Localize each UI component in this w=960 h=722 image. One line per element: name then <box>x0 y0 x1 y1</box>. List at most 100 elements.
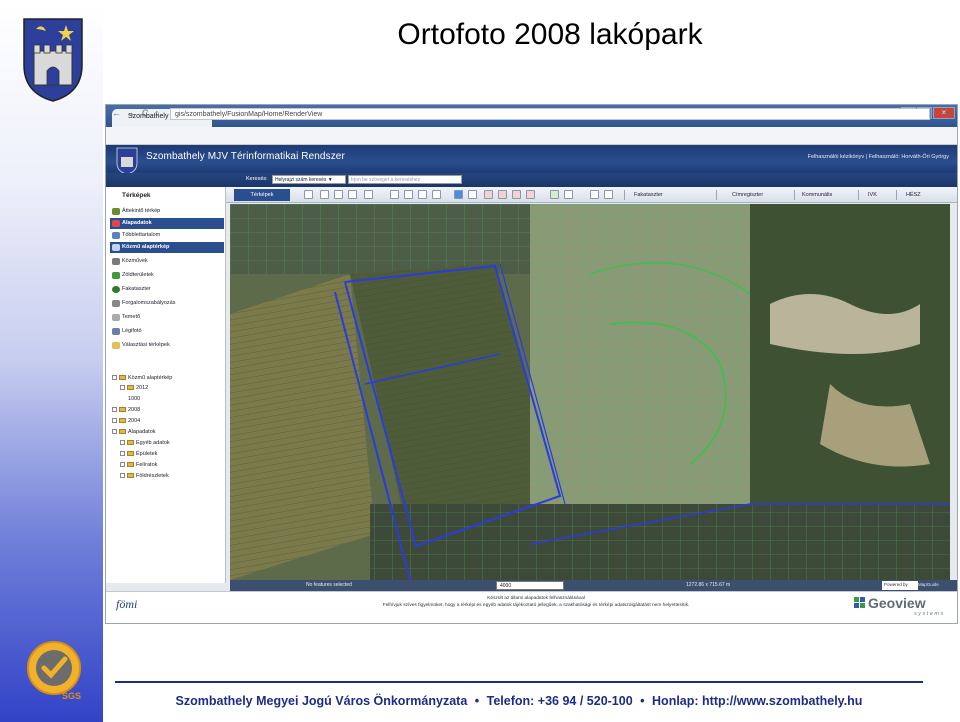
forward-icon[interactable]: → <box>126 108 135 118</box>
layer-icon[interactable] <box>512 190 521 199</box>
tree-tool-icon[interactable] <box>550 190 559 199</box>
redline-icon[interactable] <box>468 190 477 199</box>
sidebar-item-valasztasi[interactable]: Választási térképek <box>110 340 224 351</box>
tree-node[interactable]: Földrészletek <box>120 473 169 479</box>
select-tool-icon[interactable] <box>304 190 313 199</box>
powered-by-label: Powered by <box>882 581 918 590</box>
footer-phone: Telefon: +36 94 / 520-100 <box>486 694 633 708</box>
tab-separator <box>624 190 625 200</box>
mapguide-label: MapGuide <box>918 582 939 587</box>
tab-terkepek[interactable]: Térképek <box>234 189 290 201</box>
tree-node[interactable]: 1000 <box>128 396 140 402</box>
map-dimensions: 1272.86 x 715.67 m <box>686 582 731 588</box>
tree-node[interactable]: Közmű alaptérkép <box>112 375 172 381</box>
sidebar-item-legifoto[interactable]: Légifotó <box>110 326 224 337</box>
left-decor-band <box>0 0 103 722</box>
tab-separator <box>794 190 795 200</box>
tree-node[interactable]: Épületek <box>120 451 157 457</box>
parcel-grid-bottom <box>370 504 950 580</box>
footer-divider <box>115 681 923 683</box>
buffer-icon[interactable] <box>418 190 427 199</box>
sidebar-item-zoldteruletek[interactable]: Zöldterületek <box>110 270 224 281</box>
map-view[interactable] <box>230 204 950 580</box>
sidebar-item-tobblettartalom[interactable]: Többlettartalom <box>110 230 224 241</box>
tab-fakataszter[interactable]: Fakataszter <box>634 192 663 198</box>
layer-icon[interactable] <box>526 190 535 199</box>
tree-node[interactable]: Egyéb adatok <box>120 440 170 446</box>
tree-node[interactable]: Felíratok <box>120 462 157 468</box>
table-icon[interactable] <box>564 190 573 199</box>
search-input[interactable]: Írjon be szöveget a kereséshez <box>348 175 462 184</box>
measure-icon[interactable] <box>390 190 399 199</box>
home-icon[interactable]: ⌂ <box>154 108 159 118</box>
close-tool-icon[interactable] <box>590 190 599 199</box>
app-logo-icon <box>116 147 138 175</box>
parcel-grid-residential <box>530 204 770 504</box>
pan-icon[interactable] <box>364 190 373 199</box>
certification-seal-icon: SGS <box>27 641 81 701</box>
browser-toolbar <box>106 127 957 145</box>
tab-hesz[interactable]: HÉSZ <box>906 192 921 198</box>
slide: SGS Ortofoto 2008 lakópark Szombathely ×… <box>0 0 960 722</box>
selection-status: No features selected <box>306 582 352 588</box>
tree-node[interactable]: Alapadatok <box>112 429 156 435</box>
sidebar-item-forgalomszabalyozas[interactable]: Forgalomszabályozás <box>110 298 224 309</box>
search-mode-select[interactable]: Helyrajzi szám keresés ▼ <box>272 175 346 184</box>
map-icon <box>112 244 120 251</box>
zoom-out-icon[interactable] <box>334 190 343 199</box>
sidebar-item-attekinto[interactable]: Áttekintő térkép <box>110 206 224 217</box>
tab-cimregiszter[interactable]: Címregiszter <box>732 192 763 198</box>
back-icon[interactable]: ← <box>112 108 121 118</box>
sidebar-item-kozmuvek[interactable]: Közművek <box>110 256 224 267</box>
tab-separator <box>858 190 859 200</box>
app-title: Szombathely MJV Térinformatikai Rendszer <box>146 151 345 162</box>
address-bar[interactable]: gis/szombathely/FusionMap/Home/RenderVie… <box>170 108 930 120</box>
sidebar-header: Térképek <box>122 192 151 199</box>
tree-node[interactable]: 2004 <box>112 418 140 424</box>
settings-icon[interactable] <box>604 190 613 199</box>
geoview-subtitle: systems <box>914 611 945 617</box>
slide-footer: Szombathely Megyei Jogú Város Önkormányz… <box>115 694 923 708</box>
reload-icon[interactable]: C <box>142 108 149 118</box>
footer-org: Szombathely Megyei Jogú Város Önkormányz… <box>175 694 468 708</box>
sidebar-item-temeto[interactable]: Temető <box>110 312 224 323</box>
coat-of-arms-icon <box>23 18 83 102</box>
layers-icon <box>112 232 120 239</box>
footer-web[interactable]: Honlap: http://www.szombathely.hu <box>652 694 862 708</box>
layer-icon[interactable] <box>484 190 493 199</box>
user-info[interactable]: Felhasználói kézikönyv | Felhasználó: Ho… <box>808 154 949 160</box>
zoom-extent-icon[interactable] <box>348 190 357 199</box>
cross-icon <box>112 314 120 321</box>
notice-line-2: Felhívjuk szíves figyelmüket, hogy a tér… <box>382 603 690 608</box>
search-bar-row <box>106 173 957 187</box>
ballot-icon <box>112 342 120 349</box>
parcel-grid-top <box>230 204 530 274</box>
theme-icon[interactable] <box>454 190 463 199</box>
sidebar-item-kozmu-alapterkep[interactable]: Közmű alaptérkép <box>110 242 224 253</box>
tree-node[interactable]: 2008 <box>112 407 140 413</box>
sidebar-item-fakataszter[interactable]: Fakataszter <box>110 284 224 295</box>
fomi-logo: fömi <box>116 597 138 611</box>
svg-text:SGS: SGS <box>62 691 81 701</box>
traffic-sign-icon <box>112 300 120 307</box>
scale-input[interactable]: 4000 <box>496 581 564 590</box>
tree-icon <box>112 286 120 293</box>
layer-icon[interactable] <box>498 190 507 199</box>
query-icon[interactable] <box>432 190 441 199</box>
geoview-logo: Geoview <box>868 595 926 611</box>
print-icon[interactable] <box>404 190 413 199</box>
tab-separator <box>896 190 897 200</box>
star-icon[interactable]: ☆ <box>943 108 951 119</box>
tab-separator <box>716 190 717 200</box>
tab-ivk[interactable]: IVK <box>868 192 877 198</box>
data-notice: Készült az állami alapadatok felhasználá… <box>356 595 716 609</box>
tree-icon <box>112 272 120 279</box>
tree-node[interactable]: 2012 <box>120 385 148 391</box>
footer-separator: • <box>640 694 645 708</box>
zoom-in-icon[interactable] <box>320 190 329 199</box>
slide-title: Ortofoto 2008 lakópark <box>397 18 703 51</box>
browser-window: Szombathely × – □ × ← → C ⌂ gis/szombath… <box>105 104 958 624</box>
field-left-texture <box>230 274 375 580</box>
tab-kommunalis[interactable]: Kommunális <box>802 192 832 198</box>
sidebar-item-alapadatok[interactable]: Alapadatok <box>110 218 224 229</box>
